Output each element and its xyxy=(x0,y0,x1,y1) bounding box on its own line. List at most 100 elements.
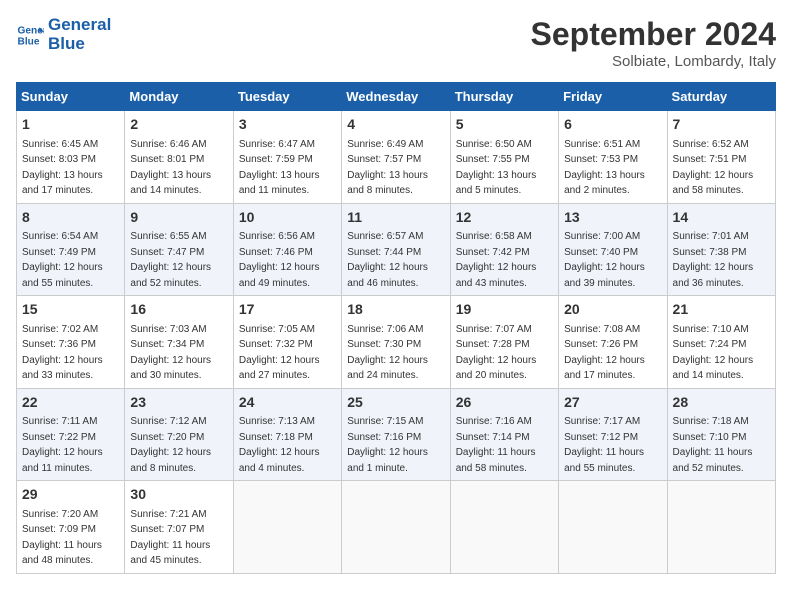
day-number: 22 xyxy=(22,393,119,413)
col-header-friday: Friday xyxy=(559,83,667,111)
calendar-cell: 14 Sunrise: 7:01 AM Sunset: 7:38 PM Dayli… xyxy=(667,203,775,296)
day-number: 30 xyxy=(130,485,227,505)
calendar-cell xyxy=(233,481,341,574)
day-number: 5 xyxy=(456,115,553,135)
day-info: Sunrise: 6:45 AM Sunset: 8:03 PM Dayligh… xyxy=(22,139,103,197)
day-info: Sunrise: 6:58 AM Sunset: 7:42 PM Dayligh… xyxy=(456,231,537,289)
day-info: Sunrise: 7:16 AM Sunset: 7:14 PM Dayligh… xyxy=(456,416,536,474)
calendar-cell xyxy=(342,481,450,574)
calendar-cell: 20 Sunrise: 7:08 AM Sunset: 7:26 PM Dayli… xyxy=(559,296,667,389)
calendar-cell: 19 Sunrise: 7:07 AM Sunset: 7:28 PM Dayli… xyxy=(450,296,558,389)
day-number: 7 xyxy=(673,115,770,135)
calendar-cell: 11 Sunrise: 6:57 AM Sunset: 7:44 PM Dayli… xyxy=(342,203,450,296)
day-number: 20 xyxy=(564,300,661,320)
title-block: September 2024 Solbiate, Lombardy, Italy xyxy=(531,16,776,70)
day-info: Sunrise: 7:10 AM Sunset: 7:24 PM Dayligh… xyxy=(673,324,754,382)
day-number: 23 xyxy=(130,393,227,413)
calendar-table: SundayMondayTuesdayWednesdayThursdayFrid… xyxy=(16,82,776,574)
day-number: 2 xyxy=(130,115,227,135)
day-info: Sunrise: 7:15 AM Sunset: 7:16 PM Dayligh… xyxy=(347,416,428,474)
calendar-cell: 26 Sunrise: 7:16 AM Sunset: 7:14 PM Dayli… xyxy=(450,388,558,481)
day-info: Sunrise: 6:55 AM Sunset: 7:47 PM Dayligh… xyxy=(130,231,211,289)
calendar-cell: 5 Sunrise: 6:50 AM Sunset: 7:55 PM Daylig… xyxy=(450,111,558,204)
day-number: 29 xyxy=(22,485,119,505)
day-info: Sunrise: 7:06 AM Sunset: 7:30 PM Dayligh… xyxy=(347,324,428,382)
calendar-cell: 12 Sunrise: 6:58 AM Sunset: 7:42 PM Dayli… xyxy=(450,203,558,296)
calendar-cell xyxy=(559,481,667,574)
calendar-cell: 25 Sunrise: 7:15 AM Sunset: 7:16 PM Dayli… xyxy=(342,388,450,481)
day-info: Sunrise: 6:46 AM Sunset: 8:01 PM Dayligh… xyxy=(130,139,211,197)
day-info: Sunrise: 7:18 AM Sunset: 7:10 PM Dayligh… xyxy=(673,416,753,474)
col-header-tuesday: Tuesday xyxy=(233,83,341,111)
day-number: 25 xyxy=(347,393,444,413)
day-number: 21 xyxy=(673,300,770,320)
calendar-cell: 24 Sunrise: 7:13 AM Sunset: 7:18 PM Dayli… xyxy=(233,388,341,481)
day-number: 24 xyxy=(239,393,336,413)
calendar-cell: 8Sunrise: 6:54 AM Sunset: 7:49 PM Daylig… xyxy=(17,203,125,296)
calendar-cell: 15 Sunrise: 7:02 AM Sunset: 7:36 PM Dayli… xyxy=(17,296,125,389)
col-header-wednesday: Wednesday xyxy=(342,83,450,111)
day-number: 19 xyxy=(456,300,553,320)
calendar-cell: 3 Sunrise: 6:47 AM Sunset: 7:59 PM Daylig… xyxy=(233,111,341,204)
day-number: 6 xyxy=(564,115,661,135)
day-info: Sunrise: 7:11 AM Sunset: 7:22 PM Dayligh… xyxy=(22,416,103,474)
svg-text:Blue: Blue xyxy=(18,36,40,47)
day-number: 4 xyxy=(347,115,444,135)
day-number: 1 xyxy=(22,115,119,135)
day-number: 3 xyxy=(239,115,336,135)
calendar-cell: 18 Sunrise: 7:06 AM Sunset: 7:30 PM Dayli… xyxy=(342,296,450,389)
col-header-thursday: Thursday xyxy=(450,83,558,111)
col-header-monday: Monday xyxy=(125,83,233,111)
day-info: Sunrise: 7:13 AM Sunset: 7:18 PM Dayligh… xyxy=(239,416,320,474)
day-info: Sunrise: 6:47 AM Sunset: 7:59 PM Dayligh… xyxy=(239,139,320,197)
day-info: Sunrise: 7:08 AM Sunset: 7:26 PM Dayligh… xyxy=(564,324,645,382)
calendar-cell xyxy=(450,481,558,574)
logo-general: General xyxy=(48,16,111,35)
calendar-cell: 1 Sunrise: 6:45 AM Sunset: 8:03 PM Daylig… xyxy=(17,111,125,204)
day-number: 9 xyxy=(130,208,227,228)
day-info: Sunrise: 6:51 AM Sunset: 7:53 PM Dayligh… xyxy=(564,139,645,197)
day-info: Sunrise: 6:50 AM Sunset: 7:55 PM Dayligh… xyxy=(456,139,537,197)
calendar-cell: 7 Sunrise: 6:52 AM Sunset: 7:51 PM Daylig… xyxy=(667,111,775,204)
calendar-cell: 29Sunrise: 7:20 AM Sunset: 7:09 PM Dayli… xyxy=(17,481,125,574)
day-info: Sunrise: 6:52 AM Sunset: 7:51 PM Dayligh… xyxy=(673,139,754,197)
day-number: 16 xyxy=(130,300,227,320)
calendar-cell: 21 Sunrise: 7:10 AM Sunset: 7:24 PM Dayli… xyxy=(667,296,775,389)
day-info: Sunrise: 7:02 AM Sunset: 7:36 PM Dayligh… xyxy=(22,324,103,382)
day-number: 8 xyxy=(22,208,119,228)
calendar-cell: 10 Sunrise: 6:56 AM Sunset: 7:46 PM Dayli… xyxy=(233,203,341,296)
month-title: September 2024 xyxy=(531,16,776,53)
day-number: 18 xyxy=(347,300,444,320)
logo: General Blue General Blue xyxy=(16,16,111,53)
calendar-cell: 28 Sunrise: 7:18 AM Sunset: 7:10 PM Dayli… xyxy=(667,388,775,481)
calendar-cell: 16 Sunrise: 7:03 AM Sunset: 7:34 PM Dayli… xyxy=(125,296,233,389)
calendar-cell: 27Sunrise: 7:17 AM Sunset: 7:12 PM Dayli… xyxy=(559,388,667,481)
day-info: Sunrise: 7:01 AM Sunset: 7:38 PM Dayligh… xyxy=(673,231,754,289)
day-number: 17 xyxy=(239,300,336,320)
col-header-saturday: Saturday xyxy=(667,83,775,111)
day-info: Sunrise: 7:03 AM Sunset: 7:34 PM Dayligh… xyxy=(130,324,211,382)
day-number: 15 xyxy=(22,300,119,320)
day-info: Sunrise: 7:17 AM Sunset: 7:12 PM Dayligh… xyxy=(564,416,644,474)
day-info: Sunrise: 7:21 AM Sunset: 7:07 PM Dayligh… xyxy=(130,509,210,567)
calendar-cell xyxy=(667,481,775,574)
day-number: 28 xyxy=(673,393,770,413)
day-number: 12 xyxy=(456,208,553,228)
day-info: Sunrise: 6:56 AM Sunset: 7:46 PM Dayligh… xyxy=(239,231,320,289)
page-header: General Blue General Blue September 2024… xyxy=(16,16,776,70)
day-info: Sunrise: 6:57 AM Sunset: 7:44 PM Dayligh… xyxy=(347,231,428,289)
calendar-cell: 13Sunrise: 7:00 AM Sunset: 7:40 PM Dayli… xyxy=(559,203,667,296)
day-number: 14 xyxy=(673,208,770,228)
day-info: Sunrise: 7:07 AM Sunset: 7:28 PM Dayligh… xyxy=(456,324,537,382)
calendar-cell: 23Sunrise: 7:12 AM Sunset: 7:20 PM Dayli… xyxy=(125,388,233,481)
day-number: 26 xyxy=(456,393,553,413)
calendar-cell: 2 Sunrise: 6:46 AM Sunset: 8:01 PM Daylig… xyxy=(125,111,233,204)
calendar-cell: 9 Sunrise: 6:55 AM Sunset: 7:47 PM Daylig… xyxy=(125,203,233,296)
day-info: Sunrise: 7:05 AM Sunset: 7:32 PM Dayligh… xyxy=(239,324,320,382)
day-number: 11 xyxy=(347,208,444,228)
day-info: Sunrise: 7:00 AM Sunset: 7:40 PM Dayligh… xyxy=(564,231,645,289)
calendar-cell: 22 Sunrise: 7:11 AM Sunset: 7:22 PM Dayli… xyxy=(17,388,125,481)
day-number: 10 xyxy=(239,208,336,228)
calendar-cell: 6 Sunrise: 6:51 AM Sunset: 7:53 PM Daylig… xyxy=(559,111,667,204)
location-subtitle: Solbiate, Lombardy, Italy xyxy=(531,53,776,70)
